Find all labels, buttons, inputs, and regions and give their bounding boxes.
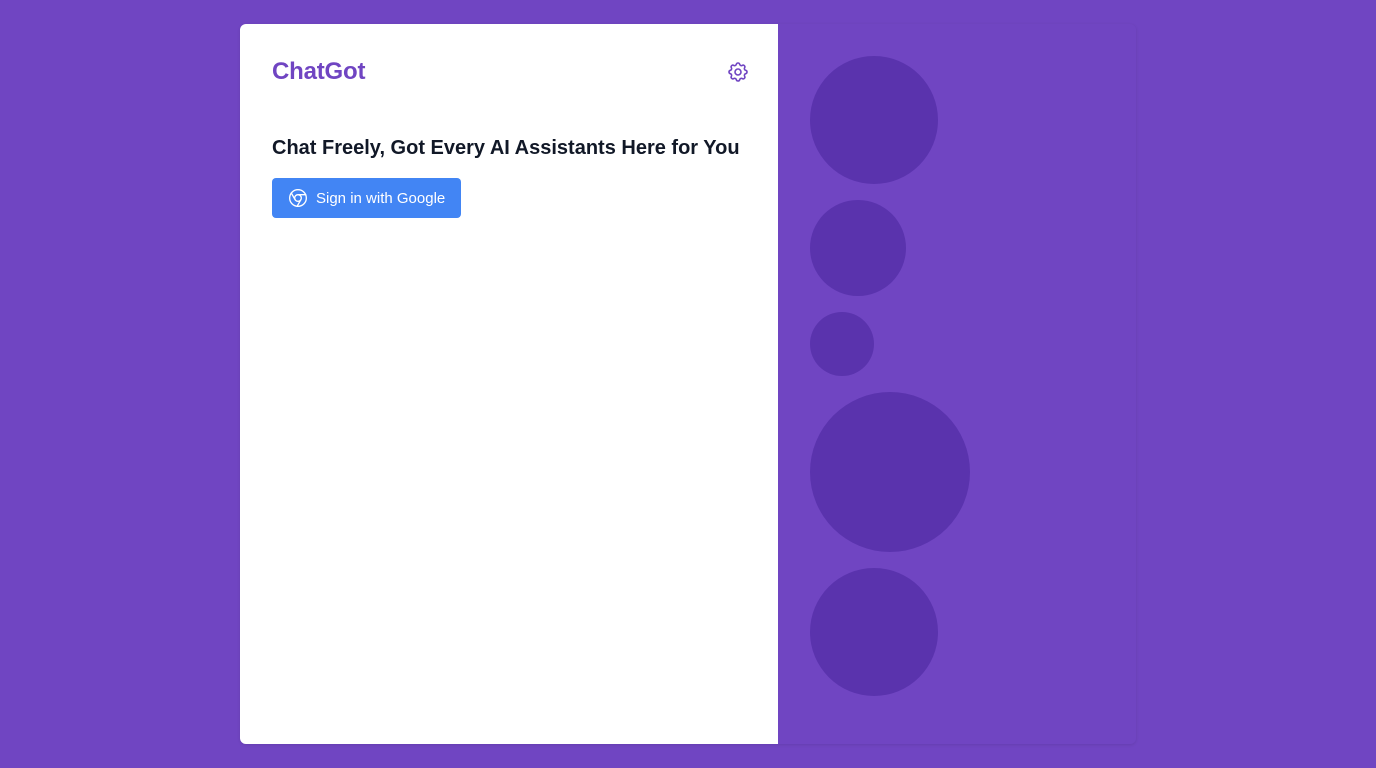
app-title: ChatGot bbox=[272, 58, 366, 85]
google-signin-label: Sign in with Google bbox=[316, 189, 446, 207]
settings-button[interactable] bbox=[722, 56, 754, 88]
decorative-circle bbox=[810, 568, 938, 696]
decorative-circle bbox=[810, 56, 938, 184]
login-card: ChatGot Chat Freely, Got Every AI Assist… bbox=[240, 24, 1136, 744]
decorative-panel bbox=[778, 24, 1136, 744]
tagline: Chat Freely, Got Every AI Assistants Her… bbox=[272, 137, 740, 159]
decorative-circle bbox=[810, 200, 906, 296]
decorative-circle bbox=[810, 312, 874, 376]
chrome-icon bbox=[288, 188, 308, 208]
gear-icon bbox=[726, 60, 750, 84]
decorative-circle bbox=[810, 392, 970, 552]
google-signin-button[interactable]: Sign in with Google bbox=[272, 178, 462, 218]
login-panel: ChatGot Chat Freely, Got Every AI Assist… bbox=[240, 24, 778, 744]
header: ChatGot bbox=[272, 56, 748, 88]
